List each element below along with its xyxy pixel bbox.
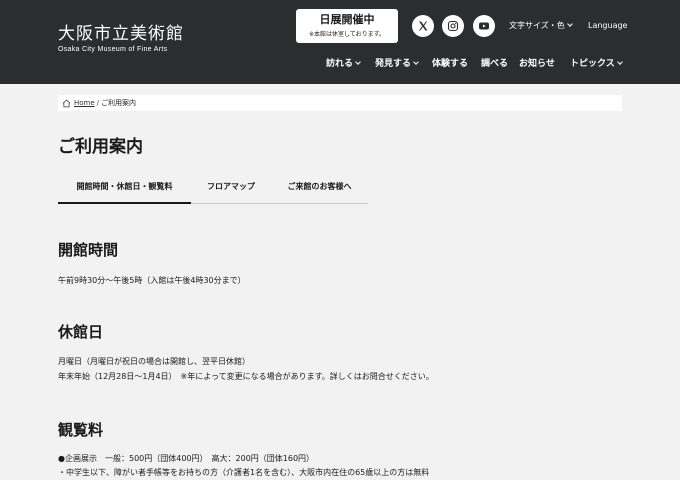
notice-subtext: ※本館は休室しております。 xyxy=(308,31,386,38)
nav-item-visit[interactable]: 訪れる xyxy=(326,58,361,70)
nav-item-experience[interactable]: 体験する xyxy=(432,58,468,70)
x-icon[interactable] xyxy=(412,15,434,37)
nav-label: 訪れる xyxy=(326,59,354,69)
nav-item-discover[interactable]: 発見する xyxy=(375,58,419,70)
logo-japanese: 大阪市立美術館 xyxy=(58,24,184,44)
chevron-down-icon xyxy=(566,21,573,27)
museum-logo[interactable]: 大阪市立美術館 Osaka City Museum of Fine Arts xyxy=(58,24,184,53)
breadcrumb-separator: / xyxy=(96,99,100,107)
chevron-down-icon xyxy=(355,59,361,65)
font-size-color-menu[interactable]: 文字サイズ・色 xyxy=(509,20,573,32)
fees-text-2: ・中学生以下、障がい者手帳等をお持ちの方（介護者1名を含む）、大阪市内在住の65… xyxy=(58,468,430,477)
home-icon xyxy=(62,99,71,107)
fees-text-1: ●企画展示 一般：500円（団体400円） 高大：200円（団体160円） xyxy=(58,454,315,463)
hours-heading: 開館時間 xyxy=(58,241,119,259)
nav-label: トピックス xyxy=(570,59,615,69)
closed-days-heading: 休館日 xyxy=(58,323,104,341)
info-tabs: 開館時間・休館日・観覧料 フロアマップ ご来館のお客様へ xyxy=(58,174,368,204)
hours-text: 午前9時30分～午後5時（入館は午後4時30分まで） xyxy=(58,276,246,285)
tab-visitor-info[interactable]: ご来館のお客様へ xyxy=(271,174,368,204)
closed-days-text-1: 月曜日（月曜日が祝日の場合は開館し、翌平日休館） xyxy=(58,357,250,366)
notice-title: 日展開催中 xyxy=(319,13,375,26)
fees-heading: 観覧料 xyxy=(58,421,104,439)
nav-label: 調べる xyxy=(481,59,509,69)
exhibition-notice-button[interactable]: 日展開催中 ※本館は休室しております。 xyxy=(296,9,398,43)
font-size-color-label: 文字サイズ・色 xyxy=(509,21,565,30)
nav-label: 発見する xyxy=(375,59,412,69)
page-title: ご利用案内 xyxy=(58,137,143,157)
nav-item-topics[interactable]: トピックス xyxy=(570,58,623,70)
chevron-down-icon xyxy=(616,59,623,65)
closed-days-text-2: 年末年始（12月28日～1月4日） ※年によって変更になる場合があります。詳しく… xyxy=(58,372,434,381)
breadcrumb-home-link[interactable]: Home xyxy=(74,99,95,107)
logo-english: Osaka City Museum of Fine Arts xyxy=(58,46,168,53)
nav-item-research[interactable]: 調べる xyxy=(481,58,508,70)
breadcrumb: Home / ご利用案内 xyxy=(58,95,622,111)
nav-item-news[interactable]: お知らせ xyxy=(519,58,555,70)
language-menu[interactable]: Language xyxy=(588,20,627,32)
chevron-down-icon xyxy=(413,59,419,65)
breadcrumb-current: ご利用案内 xyxy=(101,99,137,107)
tab-hours-fees[interactable]: 開館時間・休館日・観覧料 xyxy=(58,174,191,204)
nav-label: お知らせ xyxy=(519,59,555,69)
nav-label: 体験する xyxy=(432,59,469,69)
youtube-icon[interactable] xyxy=(473,15,495,37)
language-label: Language xyxy=(588,21,628,30)
site-header: 大阪市立美術館 Osaka City Museum of Fine Arts 日… xyxy=(0,0,680,84)
tab-floor-map[interactable]: フロアマップ xyxy=(191,174,271,204)
instagram-icon[interactable] xyxy=(442,15,464,37)
